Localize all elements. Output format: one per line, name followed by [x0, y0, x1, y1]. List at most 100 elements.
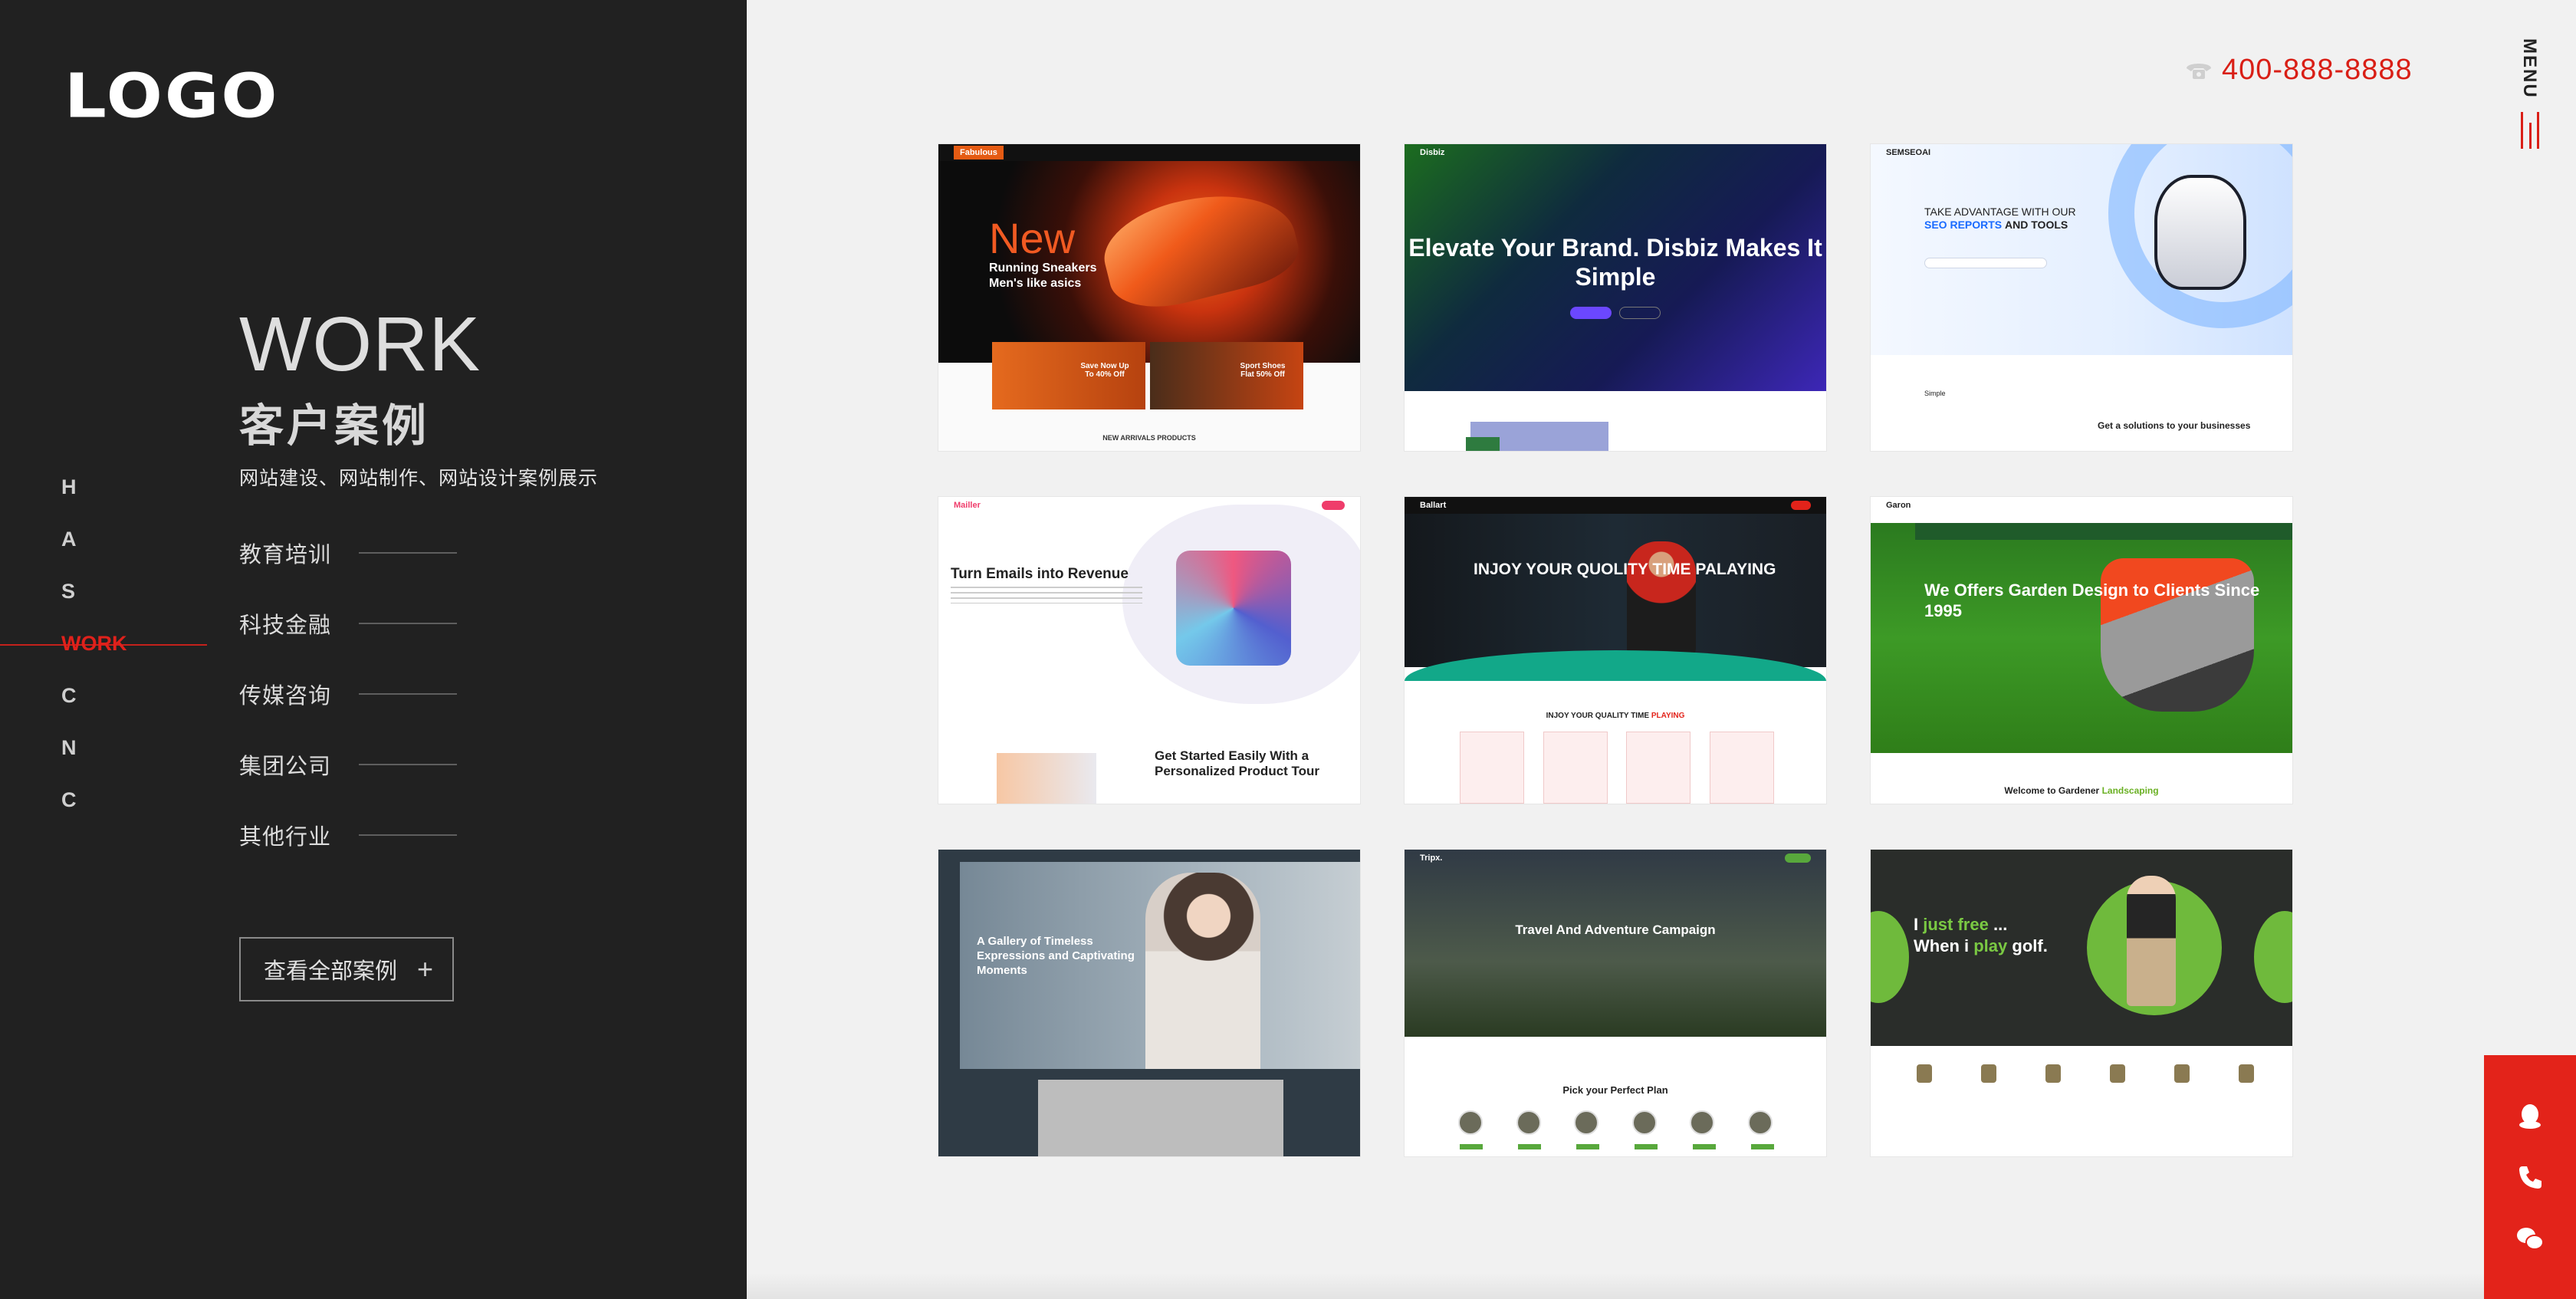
- thumb-lower: [1405, 391, 1826, 451]
- dot-nav-item[interactable]: N: [61, 736, 77, 760]
- category-item[interactable]: 科技金融: [239, 607, 457, 678]
- portrait-image: [1145, 873, 1260, 1069]
- promo-text: Save Now Up To 40% Off: [1080, 362, 1129, 379]
- case-card[interactable]: Garon We Offers Garden Design to Clients…: [1871, 497, 2292, 804]
- thumb-nav: Fabulous: [938, 144, 1360, 161]
- bottom-shadow: [747, 1273, 2484, 1299]
- category-label: 集团公司: [239, 755, 332, 779]
- case-card[interactable]: Disbiz Elevate Your Brand. Disbiz Makes …: [1405, 144, 1826, 451]
- dot-nav-item[interactable]: C: [61, 684, 77, 708]
- qq-icon[interactable]: [2515, 1100, 2545, 1131]
- thumb-subheading: INJOY YOUR QUALITY TIME PLAYING: [1546, 712, 1685, 720]
- category-item[interactable]: 其他行业: [239, 819, 457, 890]
- dot-nav-item-active[interactable]: WORK: [0, 632, 209, 656]
- case-card[interactable]: I just free ... When i play golf.: [1871, 850, 2292, 1156]
- thumb-buttons: [1570, 307, 1661, 319]
- phone-number: 400-888-8888: [2222, 54, 2413, 86]
- thumb-headline: Travel And Adventure Campaign: [1515, 922, 1716, 937]
- thumb-nav: SEMSEOAI: [1871, 144, 2292, 161]
- thumb-brand: Garon: [1886, 501, 1911, 510]
- thumb-brand: Ballart: [1420, 501, 1447, 510]
- thumb-headline: INJOY YOUR QUOLITY TIME PALAYING: [1474, 561, 1776, 578]
- thumb-nav: Disbiz: [1405, 144, 1826, 161]
- category-line: [359, 834, 457, 836]
- category-list: 教育培训 科技金融 传媒咨询 集团公司 其他行业: [239, 537, 457, 890]
- view-all-button[interactable]: 查看全部案例 +: [239, 937, 454, 1001]
- case-card[interactable]: Fabulous New Running Sneakers Men's like…: [938, 144, 1360, 451]
- thumb-chart: [997, 753, 1096, 804]
- thumb-promo: Sport Shoes Flat 50% Off: [1150, 342, 1303, 409]
- category-line: [359, 764, 457, 765]
- thumb-subheading: Get a solutions to your businesses: [2098, 420, 2251, 431]
- menu-label[interactable]: MENU: [2518, 38, 2540, 99]
- dot-nav-item[interactable]: C: [61, 788, 77, 812]
- thumb-nav: Ballart: [1405, 497, 1826, 514]
- thumb-headline: Turn Emails into Revenue: [951, 566, 1129, 582]
- robot-image: [2154, 175, 2246, 290]
- dot-nav-item[interactable]: H: [61, 475, 77, 499]
- category-item[interactable]: 传媒咨询: [239, 678, 457, 748]
- thumb-headline: Elevate Your Brand. Disbiz Makes It Simp…: [1408, 234, 1822, 291]
- dot-nav-item[interactable]: A: [61, 528, 77, 551]
- menu-rail: [2478, 0, 2576, 1055]
- section-title-en: WORK: [239, 301, 481, 387]
- thumb-headline: TAKE ADVANTAGE WITH OUR SEO REPORTS AND T…: [1924, 206, 2076, 231]
- category-item[interactable]: 集团公司: [239, 748, 457, 819]
- category-label: 科技金融: [239, 613, 332, 638]
- thumb-nav: Tripx.: [1405, 850, 1826, 867]
- case-card[interactable]: Ballart INJOY YOUR QUOLITY TIME PALAYING…: [1405, 497, 1826, 804]
- category-line: [359, 693, 457, 695]
- thumb-headline: New: [989, 214, 1076, 262]
- thumb-input: [1924, 258, 2047, 268]
- case-card[interactable]: Mailler Turn Emails into Revenue Get Sta…: [938, 497, 1360, 804]
- wechat-icon[interactable]: [2515, 1223, 2545, 1254]
- case-thumbnail: [1405, 497, 1826, 667]
- email-illustration: [1176, 551, 1291, 666]
- thumb-lower: [1871, 753, 2292, 804]
- thumb-headline: I just free ... When i play golf.: [1914, 915, 2048, 955]
- category-label: 其他行业: [239, 825, 332, 850]
- thumb-label: Simple: [1924, 390, 1946, 397]
- thumb-promo: Save Now Up To 40% Off: [992, 342, 1145, 409]
- thumb-features: [1917, 1064, 2254, 1083]
- thumb-paragraph: [951, 587, 1142, 603]
- plus-icon: +: [417, 953, 434, 985]
- thumb-subheading: Get Started Easily With a Personalized P…: [1155, 748, 1320, 778]
- thumb-features: [1460, 732, 1774, 804]
- case-card[interactable]: SEMSEOAI TAKE ADVANTAGE WITH OUR SEO REPO…: [1871, 144, 2292, 451]
- thumb-brand: Mailler: [954, 501, 981, 510]
- thumb-brand: Disbiz: [1420, 148, 1445, 157]
- case-thumbnail: [1405, 850, 1826, 1037]
- logo[interactable]: LOGO: [64, 61, 280, 132]
- thumb-brand: Tripx.: [1420, 853, 1443, 863]
- category-line: [359, 552, 457, 554]
- section-title-cn: 客户案例: [239, 401, 430, 451]
- thumb-menu-bar: [1915, 523, 2292, 540]
- category-item[interactable]: 教育培训: [239, 537, 457, 607]
- call-icon[interactable]: [2515, 1162, 2545, 1192]
- dot-nav-item[interactable]: S: [61, 580, 75, 603]
- thumb-categories: [1458, 1110, 1773, 1135]
- category-label: 教育培训: [239, 543, 332, 567]
- view-all-label: 查看全部案例: [264, 959, 398, 984]
- thumb-headline: A Gallery of Timeless Expressions and Ca…: [977, 935, 1135, 977]
- left-panel: LOGO H A S WORK C N C WORK 客户案例 网站建设、网站制…: [0, 0, 747, 1299]
- case-card[interactable]: A Gallery of Timeless Expressions and Ca…: [938, 850, 1360, 1156]
- category-line: [359, 623, 457, 624]
- promo-text: Sport Shoes Flat 50% Off: [1240, 362, 1286, 379]
- thumb-brand: SEMSEOAI: [1886, 148, 1931, 157]
- phone-icon: [2187, 63, 2211, 79]
- header-phone[interactable]: 400-888-8888: [2183, 54, 2413, 87]
- menu-icon[interactable]: [2521, 112, 2539, 149]
- thumb-headline: We Offers Garden Design to Clients Since…: [1924, 580, 2260, 620]
- thumb-subheading: Pick your Perfect Plan: [1562, 1084, 1668, 1096]
- thumb-nav: [1871, 850, 2292, 867]
- category-label: 传媒咨询: [239, 684, 332, 709]
- thumb-lower: [1038, 1080, 1283, 1156]
- thumb-subtitle: Running Sneakers Men's like asics: [989, 261, 1097, 290]
- case-card[interactable]: Tripx. Travel And Adventure Campaign Pic…: [1405, 850, 1826, 1156]
- contact-bar: [2484, 1055, 2576, 1299]
- thumb-nav: Mailler: [938, 497, 1360, 514]
- thumb-brand: Fabulous: [954, 146, 1004, 159]
- golfer-image: [2127, 876, 2176, 1006]
